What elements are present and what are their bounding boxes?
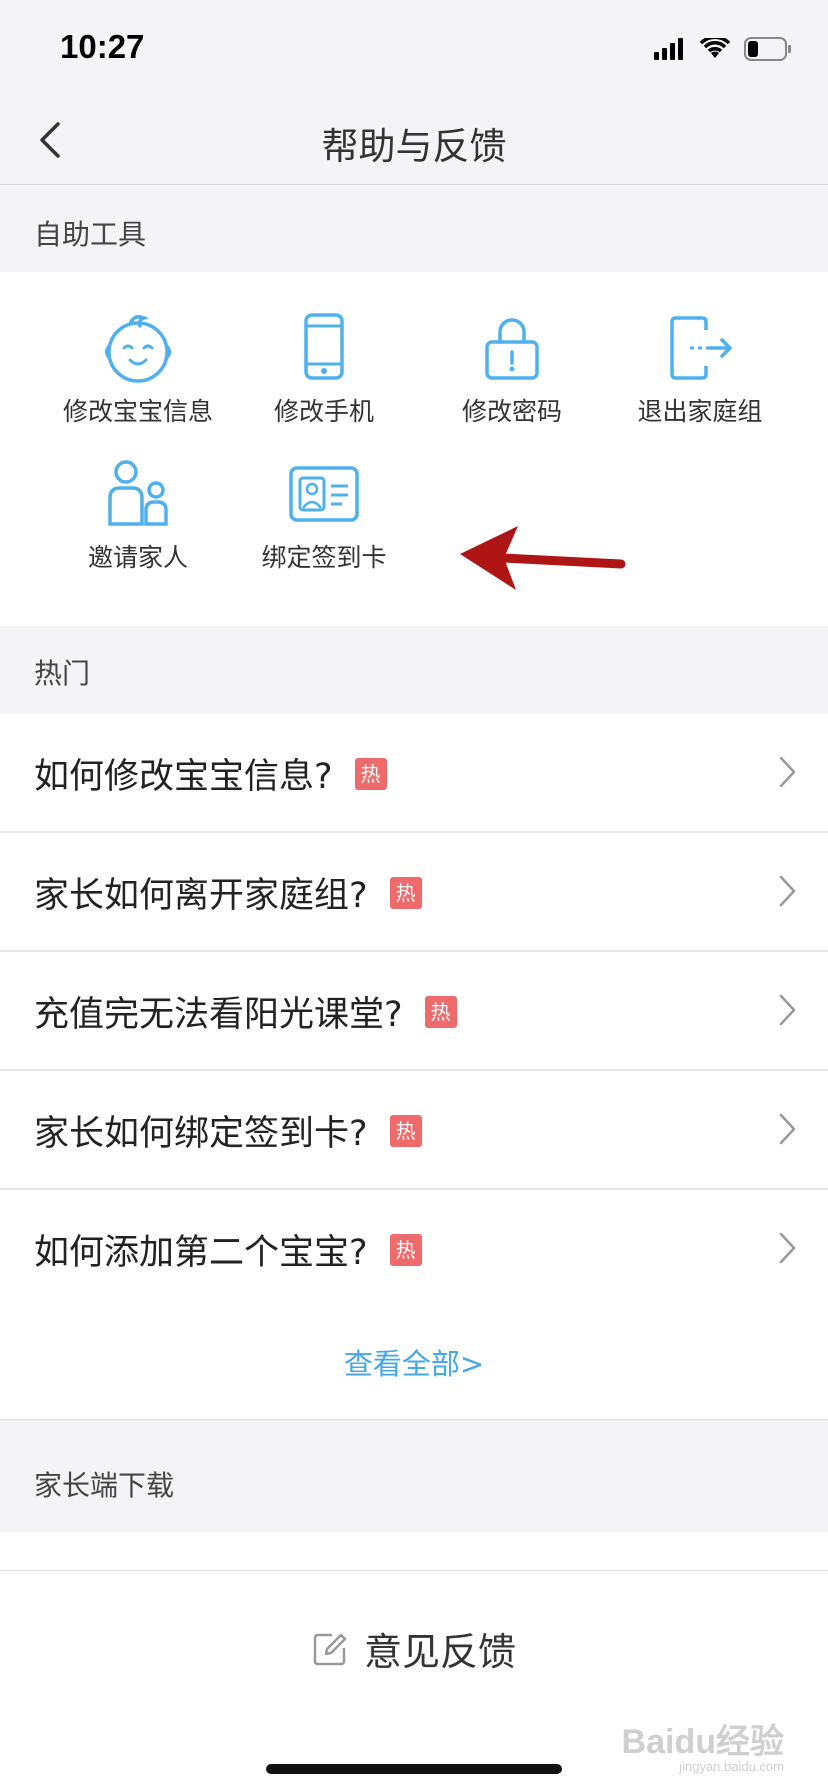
phone-icon	[304, 313, 344, 380]
hot-question-row: 如何修改宝宝信息? 热	[34, 748, 387, 799]
hot-question-text: 家长如何离开家庭组?	[34, 876, 368, 916]
edit-icon	[313, 1633, 347, 1665]
chevron-right-icon	[779, 875, 796, 907]
hot-question-item[interactable]: 家长如何绑定签到卡? 热	[0, 1071, 828, 1190]
baby-face-icon	[105, 315, 171, 383]
hot-section-title: 热门	[34, 657, 91, 690]
hot-question-item[interactable]: 家长如何离开家庭组? 热	[0, 833, 828, 952]
hot-section-header: 热门	[0, 626, 828, 714]
download-section-title: 家长端下载	[34, 1469, 175, 1502]
signal-icon	[654, 38, 683, 60]
watermark-main: Baidu经验	[621, 1723, 784, 1761]
hot-question-item[interactable]: 如何添加第二个宝宝? 热	[0, 1190, 828, 1309]
hot-badge: 热	[354, 757, 387, 790]
tool-label: 修改宝宝信息	[62, 397, 213, 426]
family-icon	[108, 460, 168, 526]
tool-change-password[interactable]: 修改密码	[422, 312, 602, 452]
hot-question-item[interactable]: 充值完无法看阳光课堂? 热	[0, 952, 828, 1071]
download-section-header: 家长端下载	[0, 1420, 828, 1532]
chevron-right-icon	[779, 1232, 796, 1264]
chevron-right-icon	[779, 1113, 796, 1145]
hot-question-row: 家长如何绑定签到卡? 热	[34, 1105, 422, 1156]
tools-section-header: 自助工具	[0, 185, 828, 272]
annotation-arrow	[460, 526, 626, 590]
hot-question-text: 充值完无法看阳光课堂?	[34, 995, 403, 1035]
hot-badge: 热	[389, 1233, 422, 1266]
chevron-right-icon	[779, 994, 796, 1026]
tool-invite-family[interactable]: 邀请家人	[48, 458, 228, 598]
feedback-label: 意见反馈	[363, 1630, 516, 1674]
view-all-link[interactable]: 查看全部>	[0, 1341, 828, 1383]
hot-badge: 热	[424, 995, 457, 1028]
tool-bind-signin-card[interactable]: 绑定签到卡	[234, 458, 414, 598]
status-icons	[654, 34, 792, 64]
hot-question-text: 如何修改宝宝信息?	[34, 757, 333, 797]
chevron-right-icon	[779, 756, 796, 788]
nav-bar: 帮助与反馈	[0, 96, 828, 185]
watermark-sub: jingyan.baidu.com	[679, 1759, 784, 1774]
lock-icon	[485, 318, 539, 380]
battery-icon	[744, 37, 791, 61]
tools-panel: 修改宝宝信息 修改手机 修改密码 退出家庭组 邀请家人 绑定签到卡	[0, 272, 828, 626]
tool-label: 绑定签到卡	[261, 543, 387, 572]
view-all-row: 查看全部>	[0, 1303, 828, 1420]
tool-label: 邀请家人	[87, 543, 188, 572]
hot-question-row: 充值完无法看阳光课堂? 热	[34, 986, 457, 1037]
hot-question-row: 家长如何离开家庭组? 热	[34, 867, 422, 918]
tools-section-title: 自助工具	[34, 218, 147, 251]
hot-badge: 热	[389, 876, 422, 909]
id-card-icon	[289, 466, 359, 522]
page-title: 帮助与反馈	[321, 125, 507, 168]
tool-edit-baby-info[interactable]: 修改宝宝信息	[48, 312, 228, 452]
tool-exit-family[interactable]: 退出家庭组	[610, 312, 790, 452]
tool-label: 修改手机	[273, 397, 374, 426]
feedback-bar: 意见反馈	[0, 1570, 828, 1721]
hot-question-row: 如何添加第二个宝宝? 热	[34, 1224, 422, 1275]
hot-question-list: 如何修改宝宝信息? 热 家长如何离开家庭组? 热 充值完无法看阳光课堂? 热 家…	[0, 714, 828, 1309]
status-bar: 10:27	[0, 0, 828, 96]
status-time: 10:27	[60, 28, 145, 65]
tool-label: 退出家庭组	[637, 397, 763, 426]
tool-label: 修改密码	[461, 397, 562, 426]
wifi-icon	[700, 38, 730, 58]
baidu-watermark: Baidu经验 jingyan.baidu.com	[622, 1714, 784, 1774]
home-indicator	[266, 1764, 562, 1774]
hot-question-item[interactable]: 如何修改宝宝信息? 热	[0, 714, 828, 833]
feedback-button[interactable]: 意见反馈	[0, 1621, 828, 1676]
hot-question-text: 家长如何绑定签到卡?	[34, 1114, 368, 1154]
hot-question-text: 如何添加第二个宝宝?	[34, 1233, 368, 1273]
tool-change-phone[interactable]: 修改手机	[234, 312, 414, 452]
exit-icon	[670, 316, 732, 380]
hot-badge: 热	[389, 1114, 422, 1147]
